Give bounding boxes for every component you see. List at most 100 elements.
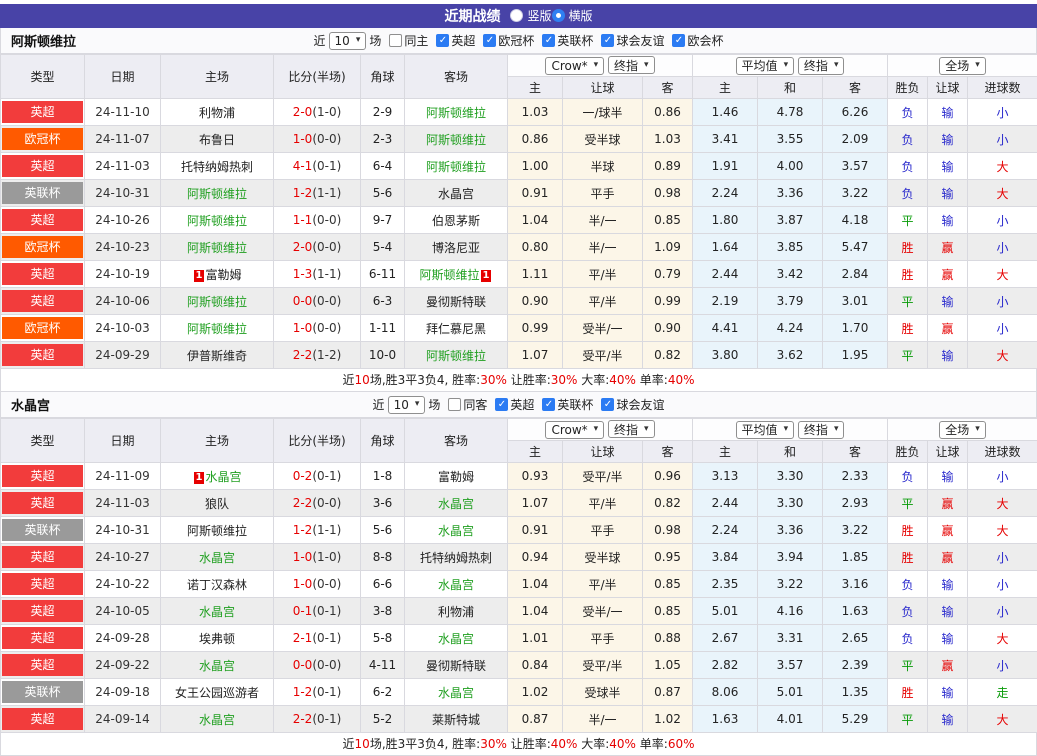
same-venue-checkbox[interactable]: 同客: [448, 396, 487, 413]
col-header-corners: 角球: [361, 419, 405, 463]
avg-away-odds: 2.09: [823, 126, 888, 153]
summary-stat-value: 40%: [609, 737, 636, 751]
result-goals: 大: [968, 517, 1037, 544]
col-header-avg-draw: 和: [758, 441, 823, 463]
games-count-select-value: 10: [394, 398, 409, 412]
away-team: 阿斯顿维拉1: [405, 261, 508, 288]
result-handicap: 输: [928, 126, 968, 153]
away-team-name: 莱斯特城: [432, 713, 480, 727]
match-score: 2-0(0-0): [274, 234, 361, 261]
odds-home: 1.04: [508, 571, 563, 598]
result-handicap: 输: [928, 180, 968, 207]
odds-final-value: 终指: [614, 57, 638, 74]
avg-away-odds: 5.29: [823, 706, 888, 733]
result-outcome: 胜: [888, 679, 928, 706]
away-team-name: 曼彻斯特联: [426, 295, 486, 309]
result-handicap: 输: [928, 625, 968, 652]
odds-away: 0.85: [643, 207, 693, 234]
games-count-select[interactable]: 10▾: [388, 396, 426, 414]
fulltime-score: 2-2: [293, 348, 313, 362]
odds-away: 0.85: [643, 571, 693, 598]
odds-final-select[interactable]: 终指▾: [608, 420, 655, 438]
avg-final-select[interactable]: 终指▾: [798, 57, 845, 75]
result-handicap-value: 赢: [942, 268, 954, 282]
col-header-odds-handicap: 让球: [563, 441, 643, 463]
avg-draw-odds: 3.55: [758, 126, 823, 153]
fulltime-score: 2-2: [293, 712, 313, 726]
halftime-score: (0-0): [312, 496, 341, 510]
fulltime-select[interactable]: 全场▾: [939, 57, 986, 75]
result-goals-value: 大: [997, 713, 1009, 727]
league-filter-checkbox[interactable]: ✓英超: [495, 396, 534, 413]
corner-count: 5-4: [361, 234, 405, 261]
radio-horizontal-layout[interactable]: 横版: [552, 7, 593, 24]
radio-vertical-layout[interactable]: 竖版: [510, 7, 551, 24]
league-filter-checkbox[interactable]: ✓球会友谊: [601, 32, 664, 49]
corner-count: 2-9: [361, 99, 405, 126]
odds-away: 0.82: [643, 342, 693, 369]
result-goals: 小: [968, 315, 1037, 342]
home-team-name: 利物浦: [199, 106, 235, 120]
odds-source-select[interactable]: Crow*▾: [545, 421, 604, 439]
avg-source-select[interactable]: 平均值▾: [736, 421, 795, 439]
title-bar: 近期战绩 竖版横版: [0, 4, 1037, 28]
avg-final-select[interactable]: 终指▾: [798, 421, 845, 439]
result-goals-value: 小: [997, 106, 1009, 120]
odds-source-select[interactable]: Crow*▾: [545, 57, 604, 75]
away-team: 阿斯顿维拉: [405, 126, 508, 153]
avg-source-value: 平均值: [742, 57, 778, 74]
odds-away: 0.85: [643, 598, 693, 625]
odds-away: 0.88: [643, 625, 693, 652]
league-filter-checkbox[interactable]: ✓英超: [436, 32, 475, 49]
fulltime-score: 1-2: [293, 523, 313, 537]
table-row: 欧冠杯24-10-23阿斯顿维拉2-0(0-0)5-4博洛尼亚0.80半/一1.…: [1, 234, 1037, 261]
col-header-corners: 角球: [361, 55, 405, 99]
home-team-name: 狼队: [205, 497, 229, 511]
fulltime-score: 0-0: [293, 658, 313, 672]
avg-away-odds: 3.22: [823, 517, 888, 544]
fulltime-score: 0-1: [293, 604, 313, 618]
corner-count: 3-6: [361, 490, 405, 517]
same-venue-checkbox[interactable]: 同主: [389, 32, 428, 49]
col-header-away: 客场: [405, 55, 508, 99]
result-outcome-value: 胜: [902, 686, 914, 700]
summary-text: 场,胜3平3负4, 胜率:: [370, 737, 480, 751]
league-filter-checkbox[interactable]: ✓球会友谊: [601, 396, 664, 413]
avg-away-odds: 3.57: [823, 153, 888, 180]
result-handicap-value: 输: [942, 349, 954, 363]
league-filter-checkbox[interactable]: ✓欧会杯: [672, 32, 723, 49]
fulltime-select[interactable]: 全场▾: [939, 421, 986, 439]
section-header: 阿斯顿维拉 近10▾场同主✓英超✓欧冠杯✓英联杯✓球会友谊✓欧会杯: [0, 28, 1037, 54]
league-filter-checkbox[interactable]: ✓英联杯: [542, 396, 593, 413]
halftime-score: (0-1): [312, 469, 341, 483]
avg-away-odds: 3.22: [823, 180, 888, 207]
odds-select-cell: Crow*▾ 终指▾: [508, 55, 693, 77]
same-venue-checkbox-label: 同客: [463, 396, 487, 413]
away-team-name: 阿斯顿维拉: [426, 133, 486, 147]
avg-home-odds: 2.67: [693, 625, 758, 652]
record-summary: 近10场,胜3平3负4, 胜率:30% 让胜率:30% 大率:40% 单率:40…: [0, 369, 1037, 392]
league-filter-checkbox[interactable]: ✓英联杯: [542, 32, 593, 49]
fulltime-score: 1-1: [293, 213, 313, 227]
away-team-name: 水晶宫: [438, 578, 474, 592]
table-row: 英超24-11-091水晶宫0-2(0-1)1-8富勒姆0.93受平/半0.96…: [1, 463, 1037, 490]
result-handicap-value: 输: [942, 713, 954, 727]
result-handicap: 输: [928, 342, 968, 369]
odds-handicap: 半/一: [563, 234, 643, 261]
avg-away-odds: 2.84: [823, 261, 888, 288]
away-team: 水晶宫: [405, 517, 508, 544]
odds-home: 1.07: [508, 342, 563, 369]
avg-away-odds: 1.85: [823, 544, 888, 571]
odds-final-select[interactable]: 终指▾: [608, 56, 655, 74]
halftime-score: (1-1): [312, 267, 341, 281]
avg-source-select[interactable]: 平均值▾: [736, 57, 795, 75]
match-score: 2-1(0-1): [274, 625, 361, 652]
table-row: 英联杯24-10-31阿斯顿维拉1-2(1-1)5-6水晶宫0.91平手0.98…: [1, 517, 1037, 544]
league-filter-checkbox[interactable]: ✓欧冠杯: [483, 32, 534, 49]
col-header-odds-away: 客: [643, 77, 693, 99]
result-outcome-value: 平: [902, 713, 914, 727]
home-team: 诺丁汉森林: [161, 571, 274, 598]
avg-home-odds: 1.46: [693, 99, 758, 126]
league-badge: 英超: [2, 654, 83, 676]
games-count-select[interactable]: 10▾: [329, 32, 367, 50]
